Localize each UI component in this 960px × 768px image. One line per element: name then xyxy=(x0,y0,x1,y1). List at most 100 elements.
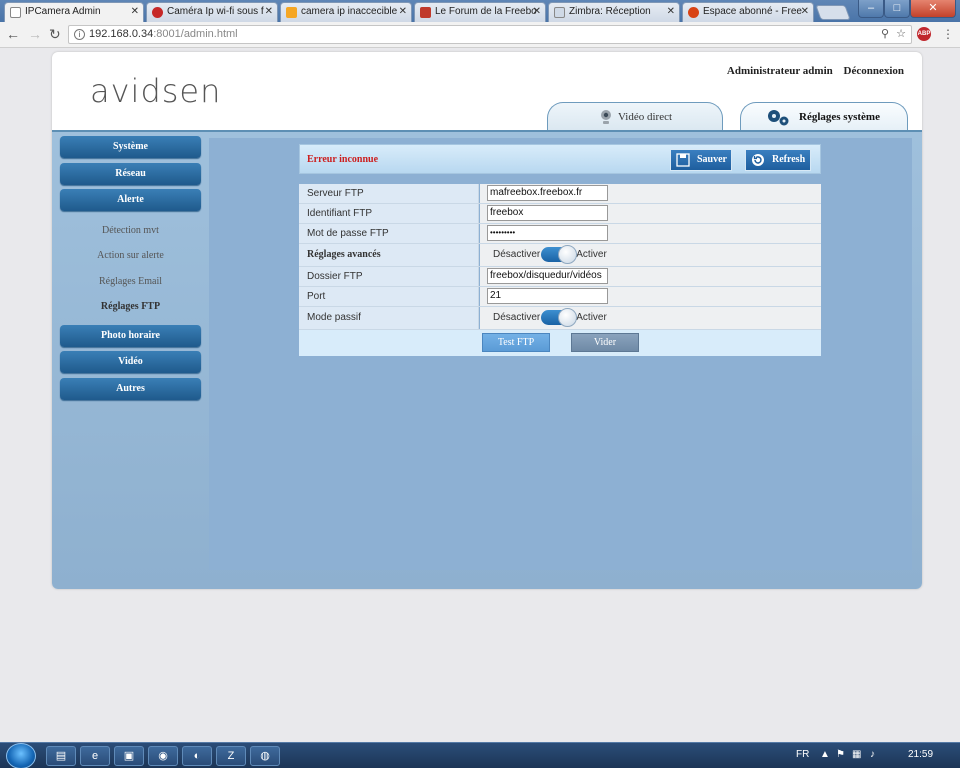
floppy-disk-icon xyxy=(676,153,690,167)
url-input[interactable]: i 192.168.0.34:8001/admin.html ⚲ ☆ xyxy=(68,25,912,44)
forum-icon xyxy=(286,7,297,18)
windows-taskbar: ▤ e ▣ ◉ ◐ Z ◍ FR ▲ ⚑ ▦ ♪ 21:59 xyxy=(0,742,960,768)
form-actions: Test FTP Vider xyxy=(299,330,821,356)
advanced-switch[interactable] xyxy=(541,245,578,264)
switch-knob[interactable] xyxy=(558,308,578,327)
browser-tab-forum-freebox[interactable]: Le Forum de la Freebo ✕ xyxy=(414,2,546,22)
toggle-on-label: Activer xyxy=(576,312,607,324)
new-tab-button[interactable] xyxy=(815,5,851,20)
explorer-icon[interactable]: ▤ xyxy=(46,746,76,766)
top-links: Administrateur admin Déconnexion xyxy=(719,65,904,77)
flag-icon[interactable]: ⚑ xyxy=(836,749,845,760)
switch-knob[interactable] xyxy=(558,245,578,264)
save-button[interactable]: Sauver xyxy=(670,149,732,171)
save-label: Sauver xyxy=(697,154,727,165)
sidebar-item-alerte[interactable]: Alerte xyxy=(60,189,201,211)
filezilla-icon[interactable]: Z xyxy=(216,746,246,766)
tab-label: Réglages système xyxy=(799,111,880,123)
password-input[interactable]: ••••••••• xyxy=(487,225,608,241)
refresh-button[interactable]: Refresh xyxy=(745,149,811,171)
back-arrow-icon[interactable]: ← xyxy=(6,26,20,42)
passive-toggle[interactable]: Désactiver Activer xyxy=(493,308,607,327)
sidebar-item-systeme[interactable]: Système xyxy=(60,136,201,158)
browser-tab-label: Zimbra: Réception xyxy=(569,6,651,17)
toggle-off-label: Désactiver xyxy=(493,249,541,261)
info-icon[interactable]: i xyxy=(74,29,85,40)
bookmark-star-icon[interactable]: ☆ xyxy=(896,26,906,43)
close-icon[interactable]: ✕ xyxy=(265,3,273,21)
browser-tab-label: Caméra Ip wi-fi sous f xyxy=(167,6,264,17)
tray-expand-icon[interactable]: ▲ xyxy=(820,749,830,760)
adblock-icon[interactable]: ABP xyxy=(917,27,931,41)
maximize-button[interactable]: □ xyxy=(884,0,910,18)
ftp-header-bar: Erreur inconnue Sauver Refresh xyxy=(299,144,821,174)
browser-tab-label: Le Forum de la Freebo xyxy=(435,6,537,17)
close-icon[interactable]: ✕ xyxy=(801,3,809,21)
forward-arrow-icon[interactable]: → xyxy=(28,26,42,42)
server-input[interactable]: mafreebox.freebox.fr xyxy=(487,185,608,201)
address-bar: ← → ↻ i 192.168.0.34:8001/admin.html ⚲ ☆… xyxy=(0,22,960,48)
logout-link[interactable]: Déconnexion xyxy=(844,65,905,77)
port-input[interactable]: 21 xyxy=(487,288,608,304)
sidebar-item-photo-horaire[interactable]: Photo horaire xyxy=(60,325,201,347)
translate-icon[interactable]: ⚲ xyxy=(881,26,889,43)
sidebar-subitem-detection[interactable]: Détection mvt xyxy=(60,225,201,236)
reload-icon[interactable]: ↻ xyxy=(49,26,61,43)
password-label: Mot de passe FTP xyxy=(299,224,479,243)
sidebar-subitem-ftp[interactable]: Réglages FTP xyxy=(60,301,201,312)
test-ftp-button[interactable]: Test FTP xyxy=(482,333,550,352)
clock[interactable]: 21:59 xyxy=(908,749,933,760)
gears-icon xyxy=(768,110,789,126)
start-button[interactable] xyxy=(6,743,36,768)
browser-tab-espace-abonne[interactable]: Espace abonné - Free ✕ xyxy=(682,2,814,22)
folder-label: Dossier FTP xyxy=(299,267,479,286)
window-close-button[interactable]: ✕ xyxy=(910,0,956,18)
close-icon[interactable]: ✕ xyxy=(131,3,139,21)
passive-label: Mode passif xyxy=(299,307,479,329)
passive-switch[interactable] xyxy=(541,308,578,327)
page-icon xyxy=(10,7,21,18)
free-icon xyxy=(688,7,699,18)
browser-tab-camera-inaccessible[interactable]: camera ip inaccecible ✕ xyxy=(280,2,412,22)
app-icon[interactable]: ◍ xyxy=(250,746,280,766)
form-row-passive: Mode passif Désactiver Activer xyxy=(299,307,821,330)
internet-explorer-icon[interactable]: e xyxy=(80,746,110,766)
sidebar-subitem-email[interactable]: Réglages Email xyxy=(60,276,201,287)
advanced-label: Réglages avancés xyxy=(299,244,479,266)
browser-tab-label: IPCamera Admin xyxy=(25,6,101,17)
avidsen-logo: avidsen xyxy=(90,72,222,110)
media-icon[interactable]: ▣ xyxy=(114,746,144,766)
user-input[interactable]: freebox xyxy=(487,205,608,221)
chrome-icon[interactable]: ◉ xyxy=(148,746,178,766)
form-row-server: Serveur FTP mafreebox.freebox.fr xyxy=(299,184,821,204)
sidebar-item-reseau[interactable]: Réseau xyxy=(60,163,201,185)
sidebar-item-video[interactable]: Vidéo xyxy=(60,351,201,373)
close-icon[interactable]: ✕ xyxy=(399,3,407,21)
language-indicator[interactable]: FR xyxy=(796,749,809,760)
tab-reglages-systeme[interactable]: Réglages système xyxy=(740,102,908,130)
minimize-button[interactable]: – xyxy=(858,0,884,18)
browser-tab-camera-wifi[interactable]: Caméra Ip wi-fi sous f ✕ xyxy=(146,2,278,22)
form-row-password: Mot de passe FTP ••••••••• xyxy=(299,224,821,244)
admin-page: avidsen Administrateur admin Déconnexion… xyxy=(52,52,922,589)
browser-tab-ipcamera[interactable]: IPCamera Admin ✕ xyxy=(4,2,144,22)
sidebar-subitem-action-alerte[interactable]: Action sur alerte xyxy=(60,250,201,261)
url-host: 192.168.0.34 xyxy=(89,28,154,40)
form-row-advanced: Réglages avancés Désactiver Activer xyxy=(299,244,821,267)
zimbra-icon xyxy=(554,7,565,18)
menu-dots-icon[interactable]: ⋮ xyxy=(942,27,954,41)
advanced-toggle[interactable]: Désactiver Activer xyxy=(493,245,607,264)
folder-input[interactable]: freebox/disquedur/vidéos xyxy=(487,268,608,284)
sidebar-item-autres[interactable]: Autres xyxy=(60,378,201,400)
close-icon[interactable]: ✕ xyxy=(667,3,675,21)
tab-video-direct[interactable]: Vidéo direct xyxy=(547,102,723,130)
clear-button[interactable]: Vider xyxy=(571,333,639,352)
error-message: Erreur inconnue xyxy=(307,154,379,165)
close-icon[interactable]: ✕ xyxy=(533,3,541,21)
volume-icon[interactable]: ♪ xyxy=(870,749,875,760)
webcam-icon xyxy=(601,110,611,124)
firefox-icon[interactable]: ◐ xyxy=(182,746,212,766)
ftp-settings-form: Serveur FTP mafreebox.freebox.fr Identif… xyxy=(299,184,821,356)
network-icon[interactable]: ▦ xyxy=(852,749,861,760)
browser-tab-zimbra[interactable]: Zimbra: Réception ✕ xyxy=(548,2,680,22)
